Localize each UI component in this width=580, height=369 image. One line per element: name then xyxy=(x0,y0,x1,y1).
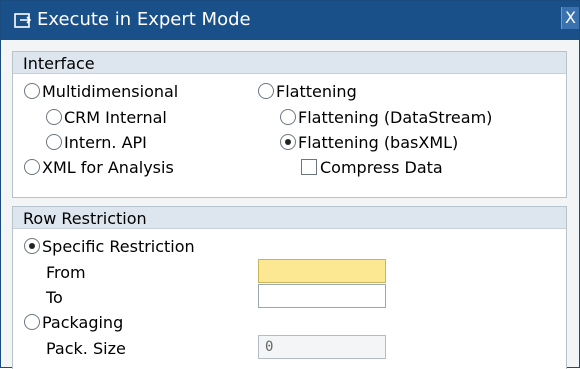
xml-for-analysis-radio[interactable] xyxy=(24,159,40,175)
to-input[interactable] xyxy=(258,284,386,308)
from-input[interactable] xyxy=(258,259,386,283)
crm-internal-radio[interactable] xyxy=(46,109,62,125)
flattening-datastream-radio[interactable] xyxy=(280,109,296,125)
flattening-radio[interactable] xyxy=(258,83,274,99)
packaging-label: Packaging xyxy=(42,312,124,332)
pack-size-label-row: Pack. Size xyxy=(46,337,126,359)
crm-internal-option[interactable]: CRM Internal xyxy=(46,106,167,128)
xml-for-analysis-label: XML for Analysis xyxy=(42,157,174,177)
to-label: To xyxy=(46,287,63,307)
row-restriction-group: Row Restriction Specific Restriction Fro… xyxy=(12,206,567,369)
pack-size-label: Pack. Size xyxy=(46,338,126,358)
to-label-row: To xyxy=(46,286,63,308)
specific-restriction-radio[interactable] xyxy=(24,238,40,254)
flattening-datastream-option[interactable]: Flattening (DataStream) xyxy=(280,106,492,128)
close-button[interactable]: X xyxy=(561,7,579,29)
window-icon xyxy=(13,11,33,31)
xml-for-analysis-option[interactable]: XML for Analysis xyxy=(24,156,174,178)
interface-group-title: Interface xyxy=(23,54,95,73)
compress-data-label: Compress Data xyxy=(320,157,443,177)
packaging-radio[interactable] xyxy=(24,314,40,330)
pack-size-input[interactable]: 0 xyxy=(258,335,386,359)
intern-api-radio[interactable] xyxy=(46,134,62,150)
multidimensional-option[interactable]: Multidimensional xyxy=(24,80,178,102)
flattening-label: Flattening xyxy=(276,81,357,101)
specific-restriction-label: Specific Restriction xyxy=(42,236,195,256)
execute-expert-mode-dialog: Execute in Expert Mode X Interface Multi… xyxy=(0,0,580,369)
flattening-datastream-label: Flattening (DataStream) xyxy=(298,107,493,127)
from-label: From xyxy=(46,262,86,282)
compress-data-option[interactable]: Compress Data xyxy=(301,156,443,178)
title-bar[interactable]: Execute in Expert Mode X xyxy=(1,1,579,40)
row-restriction-group-header: Row Restriction xyxy=(13,207,566,229)
dialog-title: Execute in Expert Mode xyxy=(37,9,251,30)
multidimensional-radio[interactable] xyxy=(24,83,40,99)
intern-api-label: Intern. API xyxy=(64,132,147,152)
intern-api-option[interactable]: Intern. API xyxy=(46,131,147,153)
flattening-basxml-option[interactable]: Flattening (basXML) xyxy=(280,131,458,153)
packaging-option[interactable]: Packaging xyxy=(24,311,123,333)
crm-internal-label: CRM Internal xyxy=(64,107,167,127)
multidimensional-label: Multidimensional xyxy=(42,81,179,101)
specific-restriction-option[interactable]: Specific Restriction xyxy=(24,235,195,257)
compress-data-checkbox[interactable] xyxy=(301,159,317,175)
flattening-basxml-radio[interactable] xyxy=(280,134,296,150)
flattening-option[interactable]: Flattening xyxy=(258,80,357,102)
row-restriction-group-title: Row Restriction xyxy=(23,209,147,228)
flattening-basxml-label: Flattening (basXML) xyxy=(298,132,459,152)
interface-group-header: Interface xyxy=(13,52,566,74)
from-label-row: From xyxy=(46,261,86,283)
interface-group: Interface Multidimensional CRM Internal … xyxy=(12,51,567,198)
